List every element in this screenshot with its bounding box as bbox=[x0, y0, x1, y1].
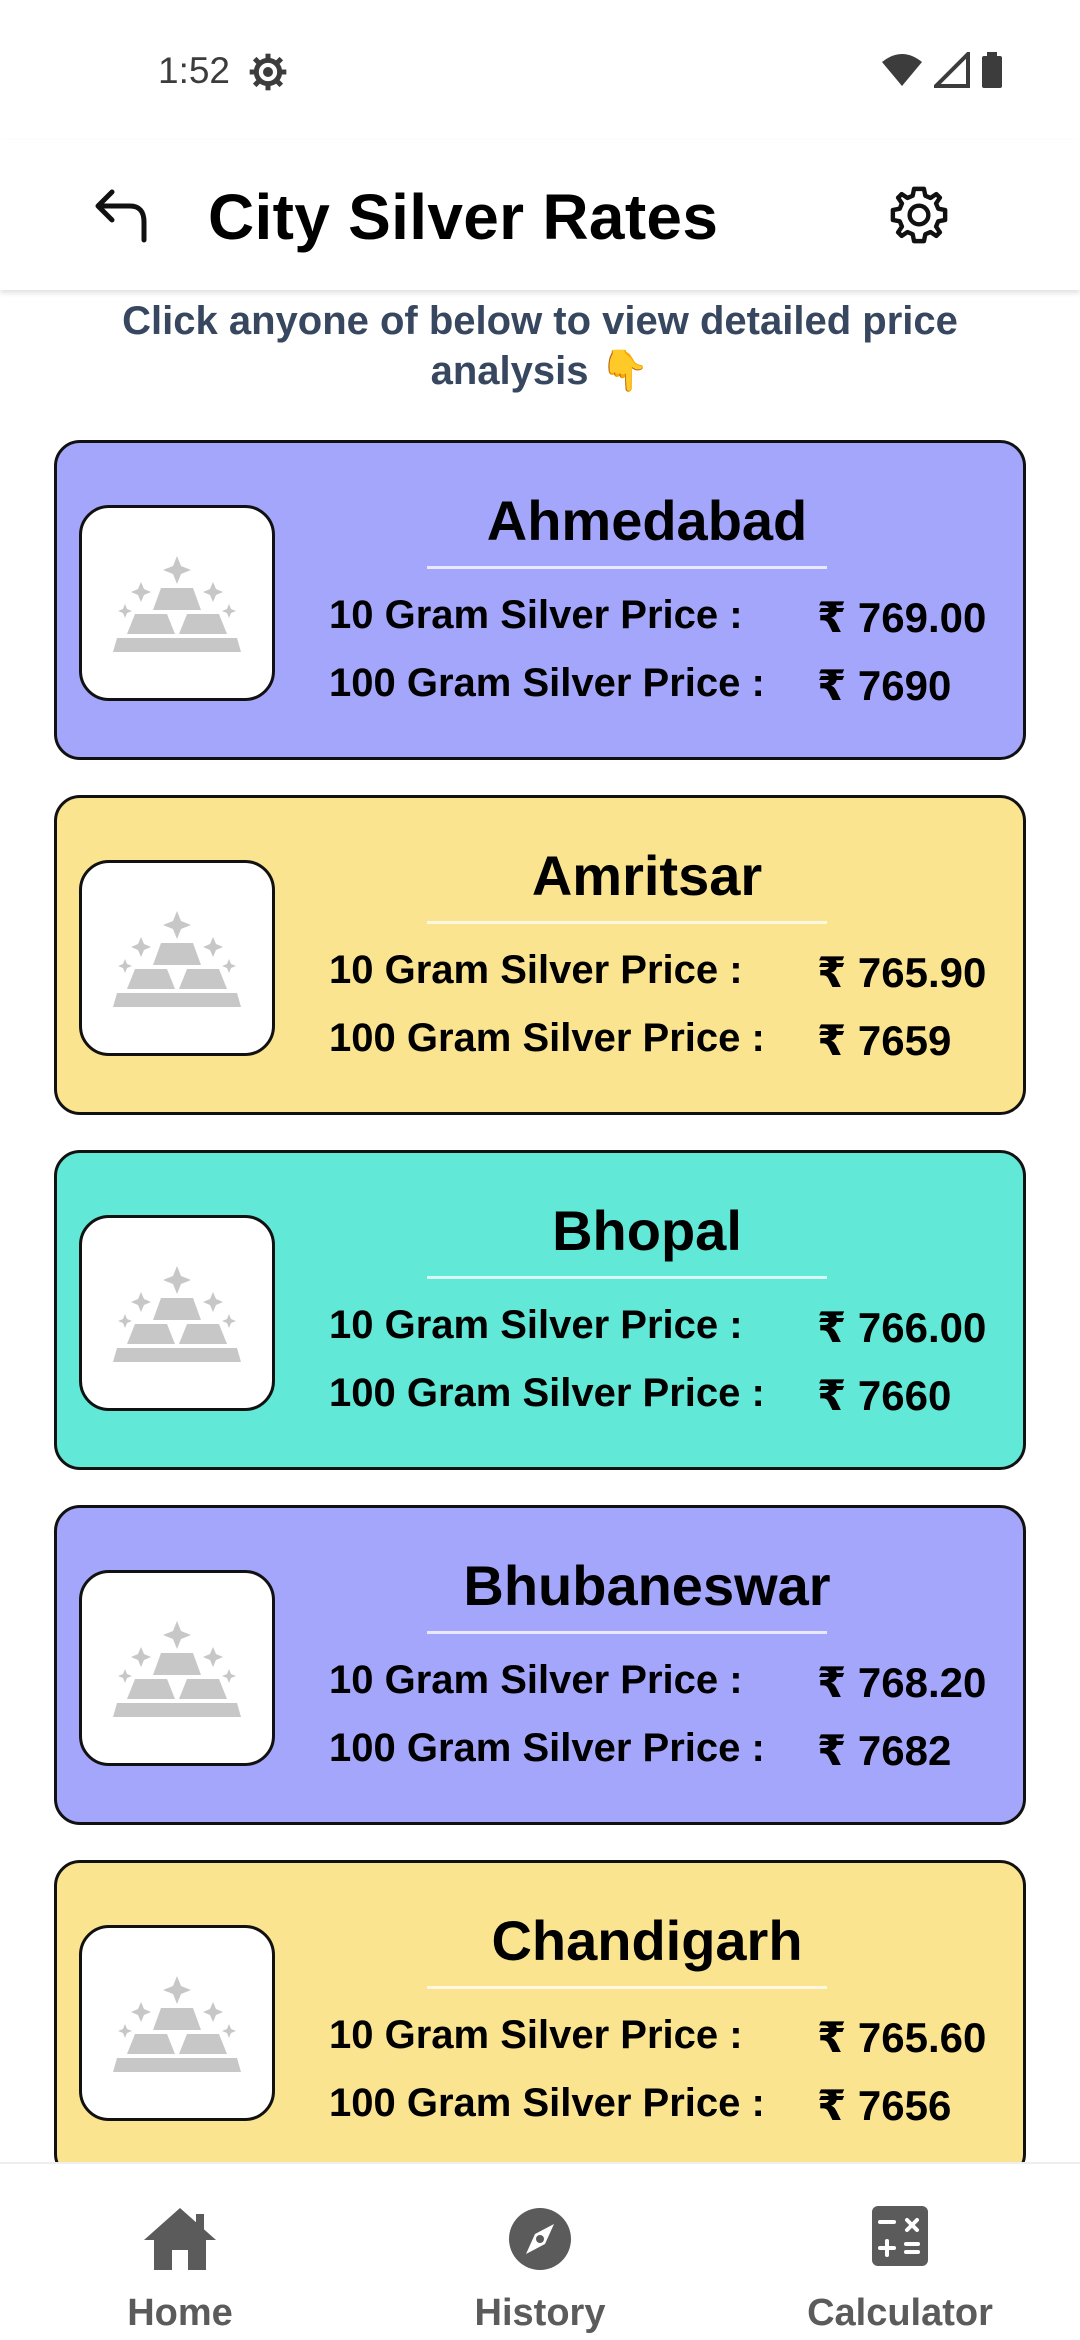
silver-bars-image bbox=[79, 505, 275, 701]
card-divider bbox=[427, 921, 827, 924]
cell-signal-icon bbox=[934, 52, 970, 88]
price-10g-label: 10 Gram Silver Price : bbox=[329, 1658, 743, 1702]
city-card-list: Ahmedabad 10 Gram Silver Price : ₹ 769.0… bbox=[54, 440, 1026, 2215]
nav-home-label: Home bbox=[127, 2292, 233, 2334]
card-divider bbox=[427, 1276, 827, 1279]
card-divider bbox=[427, 1631, 827, 1634]
city-card-chandigarh[interactable]: Chandigarh 10 Gram Silver Price : ₹ 765.… bbox=[54, 1860, 1026, 2180]
status-bar: 1:52 bbox=[0, 0, 1080, 140]
price-10g-label: 10 Gram Silver Price : bbox=[329, 2013, 743, 2057]
battery-icon bbox=[982, 52, 1002, 88]
price-10g-label: 10 Gram Silver Price : bbox=[329, 1303, 743, 1347]
price-100g-label: 100 Gram Silver Price : bbox=[329, 661, 765, 705]
price-10g-value: ₹ 765.90 bbox=[817, 949, 987, 996]
card-divider bbox=[427, 1986, 827, 1989]
city-name: Ahmedabad bbox=[486, 489, 808, 552]
bottom-navigation: Home History Calculator bbox=[0, 2162, 1080, 2340]
app-header: City Silver Rates bbox=[0, 140, 1080, 290]
city-name: Bhubaneswar bbox=[463, 1554, 831, 1617]
silver-bars-icon bbox=[113, 1621, 241, 1717]
price-100g-label: 100 Gram Silver Price : bbox=[329, 1016, 765, 1060]
instruction-text: Click anyone of below to view detailed p… bbox=[122, 299, 958, 393]
silver-bars-image bbox=[79, 1925, 275, 2121]
back-button[interactable] bbox=[88, 184, 152, 248]
status-icons bbox=[880, 52, 1004, 88]
city-name: Amritsar bbox=[531, 844, 763, 907]
nav-history[interactable]: History bbox=[360, 2164, 720, 2340]
nav-calculator[interactable]: Calculator bbox=[720, 2164, 1080, 2340]
silver-bars-icon bbox=[113, 556, 241, 652]
silver-bars-image bbox=[79, 860, 275, 1056]
city-card-bhopal[interactable]: Bhopal 10 Gram Silver Price : ₹ 766.00 1… bbox=[54, 1150, 1026, 1470]
price-10g-label: 10 Gram Silver Price : bbox=[329, 593, 743, 637]
price-100g-label: 100 Gram Silver Price : bbox=[329, 1371, 765, 1415]
price-10g-value: ₹ 766.00 bbox=[817, 1304, 987, 1351]
silver-bars-icon bbox=[113, 1266, 241, 1362]
silver-bars-icon bbox=[113, 1976, 241, 2072]
nav-history-label: History bbox=[474, 2292, 606, 2334]
page-title: City Silver Rates bbox=[208, 181, 719, 253]
nav-home[interactable]: Home bbox=[0, 2164, 360, 2340]
home-icon bbox=[144, 2208, 216, 2270]
price-100g-value: ₹ 7656 bbox=[817, 2082, 952, 2129]
card-divider bbox=[427, 566, 827, 569]
wifi-icon bbox=[882, 54, 922, 86]
price-10g-value: ₹ 769.00 bbox=[817, 594, 987, 641]
compass-icon bbox=[509, 2208, 571, 2270]
city-card-amritsar[interactable]: Amritsar 10 Gram Silver Price : ₹ 765.90… bbox=[54, 795, 1026, 1115]
price-100g-label: 100 Gram Silver Price : bbox=[329, 1726, 765, 1770]
price-100g-value: ₹ 7682 bbox=[817, 1727, 952, 1774]
nav-calculator-label: Calculator bbox=[807, 2292, 993, 2334]
settings-status-icon bbox=[249, 53, 287, 91]
settings-button[interactable] bbox=[886, 182, 952, 248]
price-10g-value: ₹ 765.60 bbox=[817, 2014, 987, 2061]
silver-bars-image bbox=[79, 1215, 275, 1411]
city-name: Chandigarh bbox=[491, 1909, 803, 1972]
calculator-icon bbox=[872, 2206, 928, 2266]
price-10g-label: 10 Gram Silver Price : bbox=[329, 948, 743, 992]
silver-bars-icon bbox=[113, 911, 241, 1007]
price-100g-label: 100 Gram Silver Price : bbox=[329, 2081, 765, 2125]
city-card-bhubaneswar[interactable]: Bhubaneswar 10 Gram Silver Price : ₹ 768… bbox=[54, 1505, 1026, 1825]
price-100g-value: ₹ 7659 bbox=[817, 1017, 952, 1064]
price-100g-value: ₹ 7660 bbox=[817, 1372, 952, 1419]
silver-bars-image bbox=[79, 1570, 275, 1766]
price-100g-value: ₹ 7690 bbox=[817, 662, 952, 709]
price-10g-value: ₹ 768.20 bbox=[817, 1659, 987, 1706]
status-time: 1:52 bbox=[158, 50, 231, 91]
city-card-ahmedabad[interactable]: Ahmedabad 10 Gram Silver Price : ₹ 769.0… bbox=[54, 440, 1026, 760]
city-name: Bhopal bbox=[552, 1199, 742, 1262]
